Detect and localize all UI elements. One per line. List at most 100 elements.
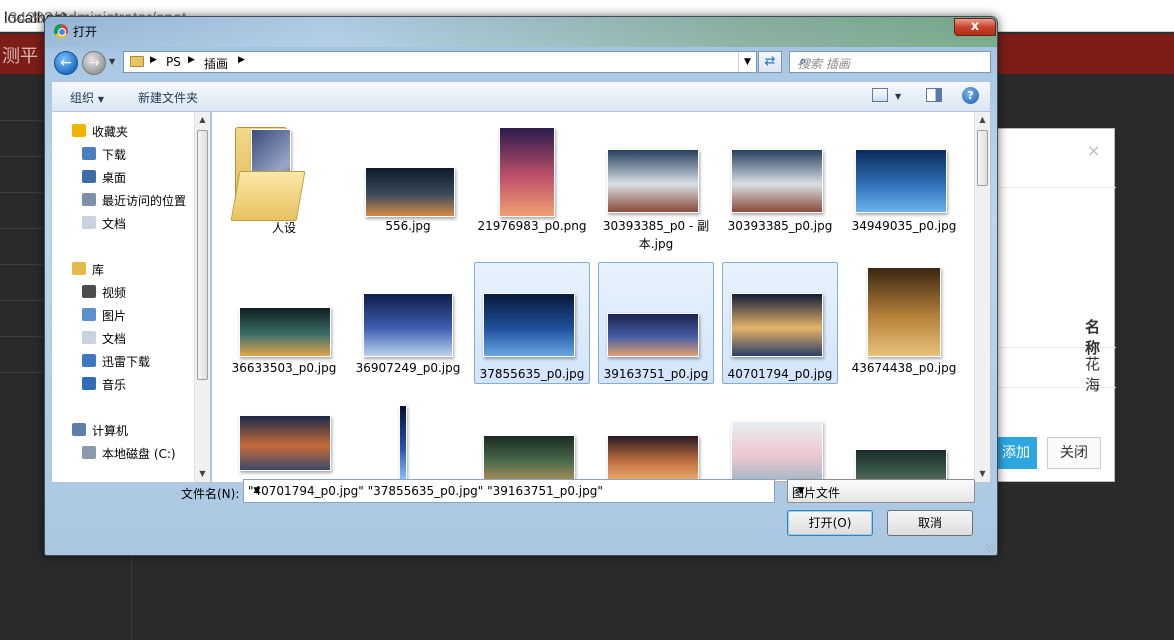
thunder-folder-icon [82,354,96,367]
modal-close-button[interactable]: 关闭 [1047,437,1101,469]
file-item[interactable] [474,404,590,482]
address-bar[interactable]: ▶ PS ▶ 插画 ▶ ▼ [123,51,757,73]
breadcrumb-separator-icon[interactable]: ▶ [150,55,157,65]
file-item[interactable]: 36633503_p0.jpg [226,262,342,384]
refresh-icon[interactable]: ⇄ [758,51,782,73]
breadcrumb-illustration[interactable]: 插画 [204,55,228,72]
chrome-icon [54,24,68,38]
nav-scroll-thumb[interactable] [197,130,208,380]
file-type-chevron-icon[interactable]: ▼ [792,480,810,502]
recent-locations-chevron-icon[interactable]: ▼ [109,57,115,66]
forward-arrow-icon[interactable]: → [82,51,106,75]
nav-item-label: 文档 [102,332,127,346]
nav-item-label: 音乐 [102,378,127,392]
nav-item-label: 视频 [102,286,127,300]
image-thumbnail [239,415,331,471]
file-item[interactable] [598,404,714,482]
image-thumbnail [363,293,453,357]
navigation-pane: 收藏夹 下载 桌面 最近访问的位置 文档库视频 图片 文档 迅雷下载 音乐 计算机 本地磁盘 (C:… [51,111,211,483]
folder-icon [130,56,144,67]
search-input[interactable]: 搜索 插画 ⌕ [789,51,991,73]
new-folder-button[interactable]: 新建文件夹 [138,89,198,106]
file-item[interactable] [226,404,342,482]
image-thumbnail [731,421,823,481]
filename-input[interactable]: "40701794_p0.jpg" "37855635_p0.jpg" "391… [243,479,775,503]
file-item[interactable]: 34949035_p0.jpg [846,120,962,242]
file-item[interactable] [846,404,962,482]
file-item[interactable]: 21976983_p0.png [474,120,590,242]
file-item[interactable]: 39163751_p0.jpg [598,262,714,384]
star-icon [72,124,86,137]
organize-button[interactable]: 组织 ▼ [70,89,104,106]
file-item[interactable]: 40701794_p0.jpg [722,262,838,384]
file-item[interactable] [722,404,838,482]
breadcrumb-separator-icon[interactable]: ▶ [238,55,245,65]
image-thumbnail [483,293,575,357]
view-options-icon[interactable] [872,88,888,102]
command-bar: 组织 ▼ 新建文件夹 ▼ ? [51,81,991,111]
file-list-pane: 人设 556.jpg 21976983_p0.png 30393385_p0 - 副本… [211,111,991,483]
cancel-button[interactable]: 取消 [887,510,973,536]
file-name-label: 人设 [271,221,296,235]
file-item[interactable]: 30393385_p0.jpg [722,120,838,242]
file-item[interactable]: 36907249_p0.jpg [350,262,466,384]
file-name-label: 36907249_p0.jpg [355,361,461,375]
open-button[interactable]: 打开(O) [787,510,873,536]
scroll-up-icon[interactable]: ▲ [975,112,990,128]
file-name-label: 37855635_p0.jpg [479,367,585,381]
nav-item-label: 桌面 [102,171,127,185]
recent-places-icon [82,193,96,206]
documents-icon [82,216,96,229]
file-item[interactable]: 30393385_p0 - 副本.jpg [598,120,714,251]
add-button[interactable]: 添加 [995,437,1037,469]
help-icon[interactable]: ? [962,87,979,104]
file-name-label: 21976983_p0.png [477,219,587,233]
breadcrumb-ps[interactable]: PS [166,55,181,69]
image-thumbnail [365,167,455,217]
modal-close-icon[interactable]: × [1087,141,1100,160]
file-name-label: 36633503_p0.jpg [231,361,337,375]
file-item[interactable]: 37855635_p0.jpg [474,262,590,384]
file-item[interactable] [350,404,466,482]
disk-icon [82,446,96,459]
download-folder-icon [82,147,96,160]
file-name-label: 556.jpg [385,219,431,233]
image-thumbnail [399,405,407,481]
nav-scrollbar[interactable]: ▲ ▼ [194,112,210,482]
back-arrow-icon[interactable]: ← [54,51,78,75]
pictures-icon [82,308,96,321]
scroll-up-icon[interactable]: ▲ [195,112,210,128]
filename-dropdown-chevron-icon[interactable]: ▼ [248,480,266,502]
window-close-button[interactable]: x [954,18,996,36]
file-name-label: 43674438_p0.jpg [851,361,957,375]
view-dropdown-chevron-icon[interactable]: ▼ [895,92,901,101]
videos-icon [82,285,96,298]
file-item[interactable]: 556.jpg [350,120,466,242]
preview-pane-icon[interactable] [926,88,942,102]
file-type-select[interactable]: 图片文件 ▼ [787,479,975,503]
image-thumbnail [855,149,947,213]
file-name-label: 30393385_p0 - 副本.jpg [602,219,710,251]
resize-grip-icon[interactable] [985,543,995,553]
nav-item-label: 收藏夹 [92,125,129,139]
file-name-label: 30393385_p0.jpg [727,219,833,233]
desktop-icon [82,170,96,183]
open-file-dialog: 打开 x ← → ▼ ▶ PS ▶ 插画 ▶ ▼ ⇄ 搜索 插画 ⌕ 组织 ▼ … [44,16,998,556]
nav-item-label: 计算机 [92,424,129,438]
folder-item[interactable]: 人设 [226,120,342,242]
file-scrollbar[interactable]: ▲ ▼ [974,112,990,482]
libraries-icon [72,262,86,275]
file-scroll-thumb[interactable] [977,130,988,186]
table-cell-name: 花海 [1085,355,1101,394]
computer-icon [72,423,86,436]
address-dropdown-chevron-icon[interactable]: ▼ [738,52,756,72]
search-icon[interactable]: ⌕ [798,54,986,69]
scroll-down-icon[interactable]: ▼ [195,466,210,482]
image-thumbnail [855,449,947,482]
breadcrumb-separator-icon[interactable]: ▶ [188,55,195,65]
background-modal: × 名称 花海 添加 关闭 [990,128,1116,482]
image-thumbnail [239,307,331,357]
scroll-down-icon[interactable]: ▼ [975,466,990,482]
folder-front-icon [230,171,306,221]
file-item[interactable]: 43674438_p0.jpg [846,262,962,384]
